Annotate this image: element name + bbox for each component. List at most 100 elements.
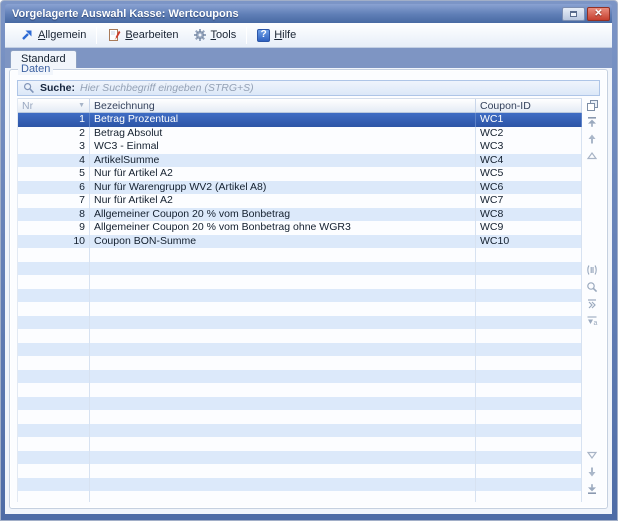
- table-row[interactable]: 9Allgemeiner Coupon 20 % vom Bonbetrag o…: [18, 221, 582, 235]
- cell-coupon-id: [476, 289, 582, 303]
- cell-coupon-id: [476, 437, 582, 451]
- zoom-button[interactable]: [585, 278, 600, 295]
- toolbar-separator: [246, 27, 247, 44]
- cell-nr: 7: [18, 194, 90, 208]
- step-up-button[interactable]: [585, 147, 600, 164]
- main-toolbar: Allgemein Bearbeiten: [5, 23, 612, 48]
- cell-nr: [18, 275, 90, 289]
- cell-nr: [18, 424, 90, 438]
- table-row[interactable]: 7Nur für Artikel A2WC7: [18, 194, 582, 208]
- group-panel-button[interactable]: [585, 261, 600, 278]
- cell-nr: [18, 491, 90, 502]
- cell-nr: [18, 248, 90, 262]
- toolbar-item-label: Tools: [211, 29, 237, 41]
- cell-coupon-id: [476, 424, 582, 438]
- cell-nr: [18, 316, 90, 330]
- cell-bezeichnung: Nur für Artikel A2: [90, 167, 476, 181]
- toolbar-item-label: Allgemein: [38, 29, 86, 41]
- cell-coupon-id: WC7: [476, 194, 582, 208]
- table-row[interactable]: 1Betrag ProzentualWC1: [18, 113, 582, 127]
- move-down-icon: [586, 466, 598, 478]
- cell-coupon-id: WC3: [476, 140, 582, 154]
- arrow-up-right-icon: [20, 28, 34, 42]
- cell-nr: 10: [18, 235, 90, 249]
- cell-bezeichnung: Coupon BON-Summe: [90, 235, 476, 249]
- empty-row: [18, 478, 582, 492]
- table-row[interactable]: 2Betrag AbsolutWC2: [18, 127, 582, 141]
- scroll-top-button[interactable]: [585, 113, 600, 130]
- sort-filter-button[interactable]: a: [585, 312, 600, 329]
- cell-nr: [18, 478, 90, 492]
- table-row[interactable]: 8Allgemeiner Coupon 20 % vom BonbetragWC…: [18, 208, 582, 222]
- scroll-bottom-button[interactable]: [585, 480, 600, 497]
- sort-desc-icon: ▼: [78, 102, 85, 109]
- column-header-bezeichnung[interactable]: Bezeichnung: [90, 99, 476, 112]
- table-row[interactable]: 3WC3 - EinmalWC3: [18, 140, 582, 154]
- cell-bezeichnung: [90, 491, 476, 502]
- column-header-nr[interactable]: Nr ▼: [18, 99, 90, 112]
- empty-row: [18, 302, 582, 316]
- content-panel: Daten Suche: Hier Suchbegriff eingeben (…: [5, 68, 612, 514]
- scroll-top-icon: [586, 116, 598, 128]
- toolbar-item-bearbeiten[interactable]: Bearbeiten: [100, 26, 185, 44]
- toolbar-item-allgemein[interactable]: Allgemein: [13, 26, 93, 44]
- cell-bezeichnung: Allgemeiner Coupon 20 % vom Bonbetrag oh…: [90, 221, 476, 235]
- empty-row: [18, 424, 582, 438]
- cell-bezeichnung: [90, 275, 476, 289]
- toolbar-item-tools[interactable]: Tools: [186, 26, 244, 44]
- cell-nr: 8: [18, 208, 90, 222]
- close-button[interactable]: ✕: [587, 7, 610, 21]
- cell-nr: [18, 464, 90, 478]
- cell-bezeichnung: [90, 370, 476, 384]
- empty-row: [18, 410, 582, 424]
- table-row[interactable]: 5Nur für Artikel A2WC5: [18, 167, 582, 181]
- cell-nr: [18, 370, 90, 384]
- cell-bezeichnung: Nur für Warengrupp WV2 (Artikel A8): [90, 181, 476, 195]
- table-header: Nr ▼ Bezeichnung Coupon-ID: [18, 98, 582, 113]
- table-row[interactable]: 10Coupon BON-SummeWC10: [18, 235, 582, 249]
- cell-coupon-id: [476, 451, 582, 465]
- app-window: Vorgelagerte Auswahl Kasse: Wertcoupons …: [0, 0, 618, 521]
- step-down-button[interactable]: [585, 446, 600, 463]
- cell-coupon-id: [476, 275, 582, 289]
- search-input[interactable]: Suche: Hier Suchbegriff eingeben (STRG+S…: [17, 80, 600, 96]
- scroll-bottom-icon: [586, 483, 598, 495]
- cell-coupon-id: [476, 329, 582, 343]
- empty-row: [18, 383, 582, 397]
- cell-bezeichnung: [90, 478, 476, 492]
- move-down-button[interactable]: [585, 463, 600, 480]
- column-header-label: Nr: [22, 100, 33, 112]
- cell-nr: [18, 451, 90, 465]
- restore-button[interactable]: [562, 7, 585, 21]
- step-down-icon: [586, 449, 598, 461]
- move-up-button[interactable]: [585, 130, 600, 147]
- cell-bezeichnung: [90, 343, 476, 357]
- column-chooser-button[interactable]: [585, 98, 600, 113]
- table-body: 1Betrag ProzentualWC12Betrag AbsolutWC23…: [18, 113, 582, 502]
- table-row[interactable]: 4ArtikelSummeWC4: [18, 154, 582, 168]
- cell-bezeichnung: [90, 262, 476, 276]
- cell-nr: [18, 262, 90, 276]
- column-header-label: Bezeichnung: [94, 100, 155, 112]
- toolbar-item-hilfe[interactable]: ? Hilfe: [250, 27, 303, 44]
- cell-nr: [18, 329, 90, 343]
- table-row[interactable]: 6Nur für Warengrupp WV2 (Artikel A8)WC6: [18, 181, 582, 195]
- cell-nr: 6: [18, 181, 90, 195]
- toolbar-item-label: Hilfe: [274, 29, 296, 41]
- empty-row: [18, 275, 582, 289]
- cell-coupon-id: [476, 302, 582, 316]
- sum-button[interactable]: [585, 295, 600, 312]
- cell-nr: [18, 397, 90, 411]
- cell-bezeichnung: [90, 464, 476, 478]
- cell-bezeichnung: [90, 437, 476, 451]
- grid-side-toolbar: a: [582, 98, 600, 502]
- empty-row: [18, 370, 582, 384]
- cell-bezeichnung: Allgemeiner Coupon 20 % vom Bonbetrag: [90, 208, 476, 222]
- cell-nr: 2: [18, 127, 90, 141]
- cell-bezeichnung: [90, 248, 476, 262]
- tab-band: Standard: [5, 48, 612, 68]
- cell-coupon-id: [476, 356, 582, 370]
- column-header-coupon-id[interactable]: Coupon-ID: [476, 99, 582, 112]
- group-panel-icon: [586, 264, 598, 276]
- cell-coupon-id: [476, 370, 582, 384]
